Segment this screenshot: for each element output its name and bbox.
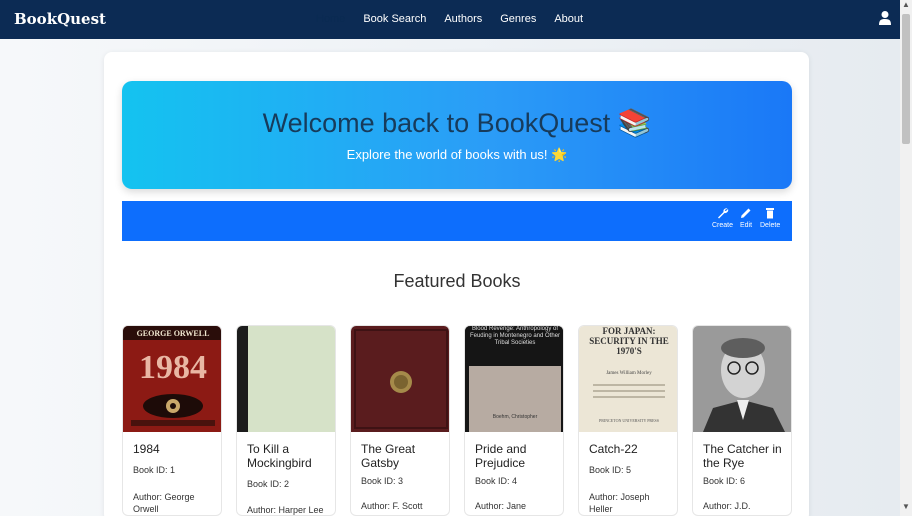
book-id: Book ID: 2 bbox=[247, 479, 290, 489]
book-author: Author: George Orwell bbox=[133, 492, 195, 514]
scroll-down-arrow-icon[interactable]: ▼ bbox=[902, 502, 910, 511]
delete-button[interactable]: Delete bbox=[760, 207, 780, 229]
book-cover-image: FOR JAPAN: SECURITY IN THE 1970'S James … bbox=[579, 326, 677, 432]
nav-home[interactable]: Home bbox=[316, 13, 345, 25]
edit-button[interactable]: Edit bbox=[740, 207, 752, 229]
wrench-icon bbox=[717, 208, 728, 219]
nav-about[interactable]: About bbox=[554, 13, 583, 25]
book-title: To Kill a Mockingbird bbox=[247, 442, 312, 470]
book-author: Author: Jane bbox=[475, 501, 527, 511]
book-author: Author: J.D. bbox=[703, 501, 751, 511]
book-cover-image bbox=[237, 326, 335, 432]
svg-text:James William Morley: James William Morley bbox=[606, 371, 652, 376]
delete-label: Delete bbox=[760, 222, 781, 229]
svg-text:PRINCETON UNIVERSITY PRESS: PRINCETON UNIVERSITY PRESS bbox=[599, 418, 659, 423]
book-title: Pride and Prejudice bbox=[475, 442, 527, 470]
nav-authors[interactable]: Authors bbox=[444, 13, 482, 25]
svg-text:Boehm, Christopher: Boehm, Christopher bbox=[493, 414, 538, 420]
navbar: BookQuest Home Book Search Authors Genre… bbox=[0, 0, 900, 39]
trash-icon bbox=[766, 208, 775, 219]
welcome-banner: Welcome back to BookQuest 📚 Explore the … bbox=[122, 81, 792, 189]
user-icon[interactable] bbox=[878, 10, 892, 26]
book-author: Author: Harper Lee bbox=[247, 505, 324, 515]
brand-logo[interactable]: BookQuest bbox=[14, 10, 106, 28]
book-cover-image bbox=[693, 326, 791, 432]
book-cover-image: GEORGE ORWELL 1984 bbox=[123, 326, 221, 432]
welcome-subtitle: Explore the world of books with us! 🌟 bbox=[346, 147, 568, 162]
book-title: The Catcher in the Rye bbox=[703, 442, 782, 470]
pencil-icon bbox=[741, 208, 751, 218]
book-title: 1984 bbox=[133, 442, 160, 456]
book-id: Book ID: 6 bbox=[703, 476, 746, 486]
book-title: Catch-22 bbox=[589, 442, 638, 456]
book-cover-image: Blood Revenge: Anthropology of Feuding i… bbox=[465, 326, 563, 432]
book-card[interactable]: To Kill a Mockingbird Book ID: 2 Author:… bbox=[236, 325, 336, 516]
svg-text:GEORGE ORWELL: GEORGE ORWELL bbox=[137, 329, 210, 338]
featured-books-heading: Featured Books bbox=[393, 271, 521, 291]
nav-genres[interactable]: Genres bbox=[500, 13, 536, 25]
create-button[interactable]: Create bbox=[712, 207, 733, 229]
book-card[interactable]: FOR JAPAN: SECURITY IN THE 1970'S James … bbox=[578, 325, 678, 516]
svg-text:1984: 1984 bbox=[139, 349, 207, 386]
book-author: Author: F. Scott bbox=[361, 501, 423, 511]
book-id: Book ID: 5 bbox=[589, 465, 632, 475]
book-card[interactable]: The Great Gatsby Book ID: 3 Author: F. S… bbox=[350, 325, 450, 516]
nav-book-search[interactable]: Book Search bbox=[363, 13, 426, 25]
book-title: The Great Gatsby bbox=[361, 442, 416, 470]
book-cover-image bbox=[351, 326, 449, 432]
book-card[interactable]: GEORGE ORWELL 1984 1984 Book ID: 1 Autho… bbox=[122, 325, 222, 516]
book-card[interactable]: The Catcher in the Rye Book ID: 6 Author… bbox=[692, 325, 792, 516]
book-author: Author: Joseph Heller bbox=[589, 492, 650, 514]
welcome-title: Welcome back to BookQuest 📚 bbox=[262, 108, 652, 138]
nav-links: Home Book Search Authors Genres About bbox=[316, 13, 601, 25]
scroll-up-arrow-icon[interactable]: ▲ bbox=[902, 0, 910, 9]
book-card[interactable]: Blood Revenge: Anthropology of Feuding i… bbox=[464, 325, 564, 516]
edit-label: Edit bbox=[740, 222, 753, 229]
action-bar: Create Edit Delete bbox=[122, 201, 792, 241]
book-id: Book ID: 1 bbox=[133, 465, 176, 475]
book-id: Book ID: 3 bbox=[361, 476, 404, 486]
book-id: Book ID: 4 bbox=[475, 476, 518, 486]
create-label: Create bbox=[712, 222, 734, 229]
scrollbar-thumb[interactable] bbox=[902, 14, 910, 144]
